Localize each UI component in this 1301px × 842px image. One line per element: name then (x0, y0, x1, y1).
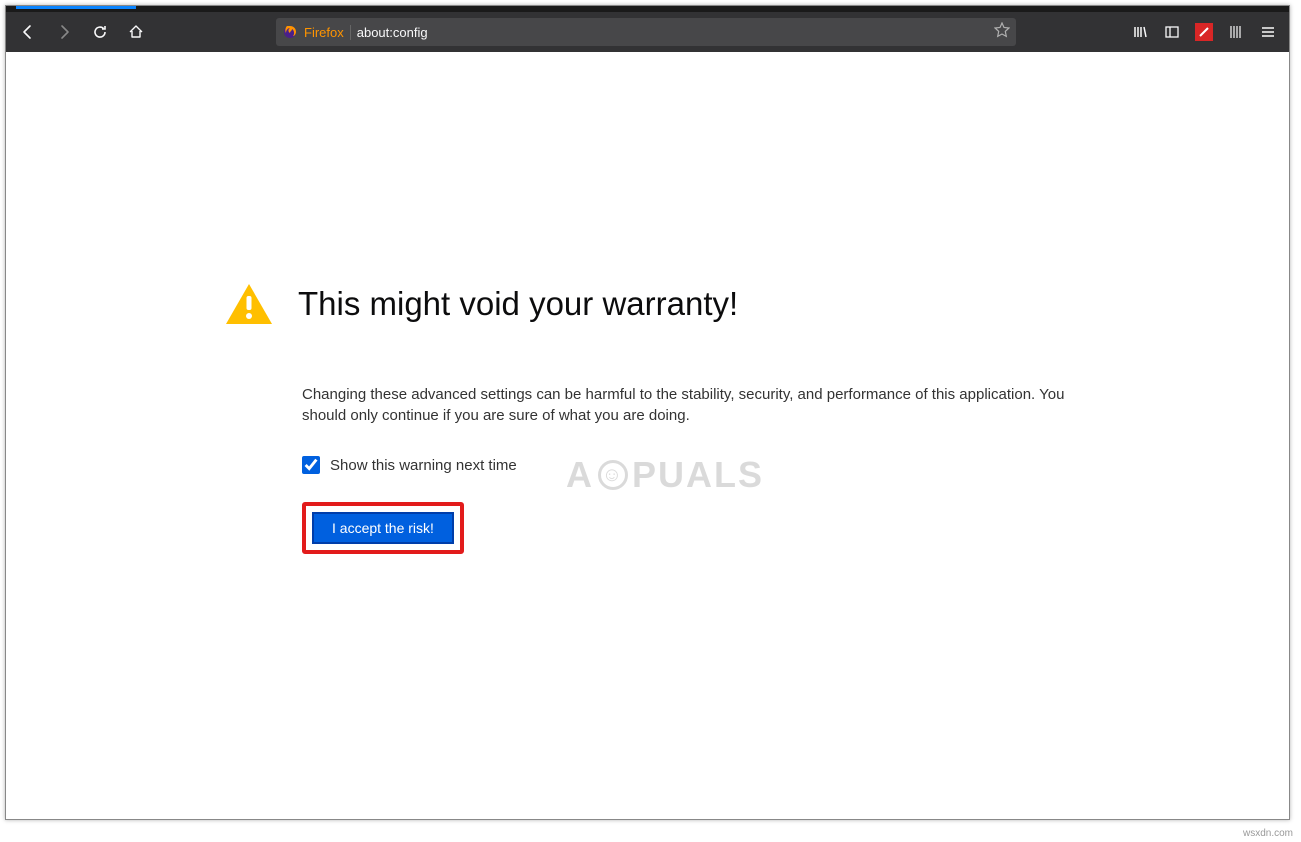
arrow-left-icon (20, 24, 36, 40)
home-button[interactable] (120, 16, 152, 48)
url-bar[interactable]: Firefox (276, 18, 1016, 46)
warning-header: This might void your warranty! (224, 282, 1289, 326)
identity-label: Firefox (304, 25, 351, 40)
accept-risk-button[interactable]: I accept the risk! (312, 512, 454, 544)
grid-button[interactable] (1221, 16, 1251, 48)
url-input[interactable] (357, 25, 988, 40)
star-icon (994, 22, 1010, 38)
accept-button-highlight: I accept the risk! (302, 502, 464, 554)
reload-icon (92, 24, 108, 40)
menu-button[interactable] (1253, 16, 1283, 48)
browser-toolbar: Firefox (6, 12, 1289, 52)
firefox-icon (282, 24, 298, 40)
page-content: This might void your warranty! Changing … (6, 52, 1289, 819)
toolbar-right (1125, 16, 1283, 48)
sidebar-button[interactable] (1157, 16, 1187, 48)
sidebar-icon (1164, 24, 1180, 40)
browser-window: Firefox (5, 5, 1290, 820)
active-tab-indicator (16, 6, 136, 9)
show-warning-checkbox[interactable] (302, 456, 320, 474)
library-icon (1132, 24, 1148, 40)
library-button[interactable] (1125, 16, 1155, 48)
show-warning-checkbox-row[interactable]: Show this warning next time (302, 456, 1289, 474)
warning-triangle-icon (224, 282, 274, 326)
forward-button[interactable] (48, 16, 80, 48)
page-title: This might void your warranty! (298, 285, 738, 323)
hamburger-icon (1260, 24, 1276, 40)
extension-button[interactable] (1189, 16, 1219, 48)
footer-credit: wsxdn.com (1243, 828, 1293, 839)
home-icon (128, 24, 144, 40)
back-button[interactable] (12, 16, 44, 48)
grid-icon (1228, 24, 1244, 40)
reload-button[interactable] (84, 16, 116, 48)
bookmark-star-button[interactable] (994, 22, 1010, 43)
extension-red-icon (1195, 23, 1213, 41)
warning-description: Changing these advanced settings can be … (302, 384, 1092, 426)
arrow-right-icon (56, 24, 72, 40)
checkbox-label: Show this warning next time (330, 457, 517, 474)
